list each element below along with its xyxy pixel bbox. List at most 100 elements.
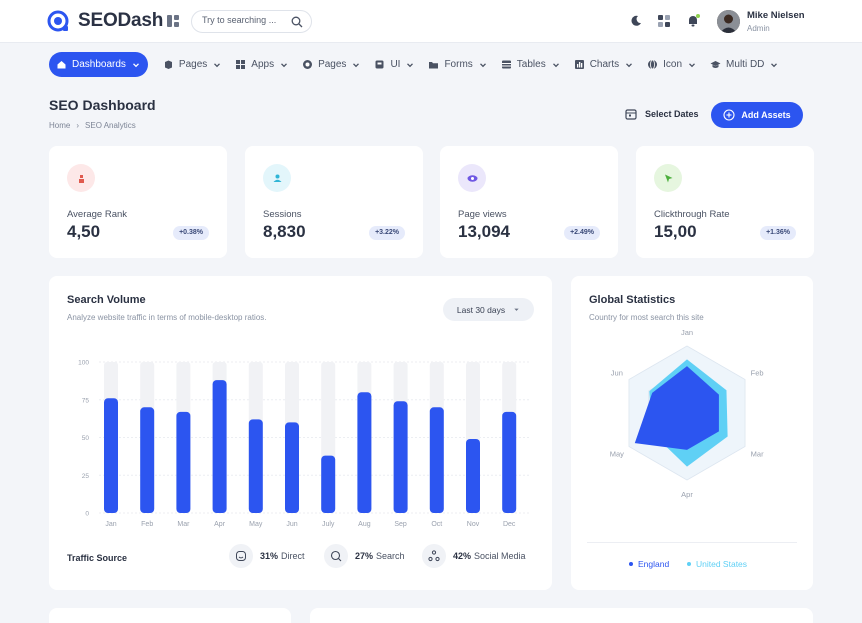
- y-tick-label: 25: [82, 473, 90, 480]
- nav-item-label: Charts: [589, 59, 620, 70]
- bottom-card-left: [49, 608, 291, 623]
- bar-jun[interactable]: [285, 422, 299, 513]
- stat-card-clickthrough-rate: Clickthrough Rate 15,00 +1.36%: [636, 146, 814, 258]
- divider: [587, 542, 797, 543]
- x-tick-label: Aug: [358, 521, 371, 528]
- chevron-down-icon: [281, 62, 288, 67]
- globe-icon: [648, 59, 658, 70]
- nav-item-dashboards[interactable]: Dashboards: [49, 52, 148, 77]
- legend-dot-england: [629, 562, 633, 566]
- nav-item-label: Dashboards: [72, 59, 126, 70]
- breadcrumb-home[interactable]: Home: [49, 121, 70, 130]
- bar-july[interactable]: [321, 455, 336, 513]
- stat-change-badge: +3.22%: [369, 226, 405, 240]
- avatar[interactable]: [717, 10, 740, 33]
- x-tick-label: Feb: [141, 521, 153, 528]
- bar-sep[interactable]: [393, 401, 408, 513]
- chevron-down-icon: [689, 62, 696, 67]
- plus-circle-icon: [723, 109, 735, 121]
- x-tick-label: Apr: [214, 521, 226, 528]
- traffic-source-social: 42% Social Media: [422, 544, 526, 568]
- bar-jan[interactable]: [104, 398, 118, 513]
- nav-item-label: Apps: [251, 59, 275, 70]
- apps-grid-icon[interactable]: [657, 14, 671, 28]
- bar-feb[interactable]: [140, 407, 155, 513]
- add-assets-button[interactable]: Add Assets: [711, 102, 803, 128]
- bar-aug[interactable]: [357, 392, 372, 513]
- search-input[interactable]: [202, 15, 288, 25]
- direct-label: Direct: [281, 551, 305, 561]
- legend-label-england: England: [638, 559, 670, 569]
- bar-apr[interactable]: [212, 380, 227, 513]
- nav-item-pages[interactable]: Pages: [163, 52, 221, 77]
- nav-item-pages[interactable]: Pages: [302, 52, 360, 77]
- radar-axis-label: Jun: [611, 369, 623, 378]
- nav-item-multi-dd[interactable]: Multi DD: [710, 52, 778, 77]
- x-tick-label: July: [322, 521, 335, 528]
- bar-dec[interactable]: [502, 411, 517, 513]
- stat-card-sessions: Sessions 8,830 +3.22%: [245, 146, 423, 258]
- cap-icon: [710, 61, 721, 68]
- traffic-source-search: 27% Search: [324, 544, 405, 568]
- dark-mode-icon[interactable]: [629, 14, 643, 28]
- y-tick-label: 50: [82, 435, 90, 442]
- calendar-icon: [625, 109, 637, 120]
- eye-icon: [458, 164, 486, 192]
- chevron-down-icon: [771, 62, 778, 67]
- select-dates-button[interactable]: Select Dates: [625, 108, 699, 120]
- breadcrumb-current: SEO Analytics: [85, 121, 136, 130]
- bar-mar[interactable]: [176, 411, 191, 513]
- nav-item-apps[interactable]: Apps: [235, 52, 288, 77]
- user-role: Admin: [747, 24, 770, 33]
- breadcrumb: Home › SEO Analytics: [49, 121, 136, 130]
- search-volume-subtitle: Analyze website traffic in terms of mobi…: [67, 313, 267, 322]
- user-name[interactable]: Mike Nielsen: [747, 10, 805, 21]
- bar-oct[interactable]: [429, 407, 444, 513]
- notification-bell-icon[interactable]: [686, 14, 700, 28]
- logo[interactable]: SEODash: [46, 9, 163, 33]
- users-icon: [263, 164, 291, 192]
- search-icon[interactable]: [291, 16, 303, 28]
- nav-item-tables[interactable]: Tables: [501, 52, 560, 77]
- global-statistics-title: Global Statistics: [589, 294, 676, 306]
- stat-label: Average Rank: [67, 209, 128, 220]
- search-percent: 27%: [355, 551, 374, 561]
- chevron-down-icon: [353, 62, 360, 67]
- chevron-down-icon: [132, 62, 139, 67]
- nav-item-charts[interactable]: Charts: [574, 52, 633, 77]
- breadcrumb-separator-icon: ›: [76, 121, 80, 130]
- stat-value: 13,094: [458, 222, 510, 241]
- search-volume-card: 0 25 50 75 100 Jan Feb Mar Apr May Jun July Aug Sep Oc…: [49, 276, 552, 590]
- layout-toggle-icon[interactable]: [166, 14, 180, 28]
- share-icon: [422, 544, 446, 568]
- social-percent: 42%: [453, 551, 472, 561]
- bar-may[interactable]: [248, 419, 263, 513]
- legend-dot-united-states: [687, 562, 691, 566]
- nav-item-forms[interactable]: Forms: [428, 52, 486, 77]
- app-name: SEODash: [78, 10, 164, 31]
- nav-item-label: Forms: [444, 59, 473, 70]
- stat-label: Sessions: [263, 209, 302, 220]
- x-tick-label: Sep: [394, 521, 407, 528]
- stat-card-average-rank: Average Rank 4,50 +0.38%: [49, 146, 227, 258]
- stat-change-badge: +0.38%: [173, 226, 209, 240]
- bar-nov[interactable]: [466, 439, 480, 513]
- search-box[interactable]: [191, 10, 312, 33]
- chart-icon: [574, 60, 584, 69]
- date-range-dropdown[interactable]: Last 30 days: [443, 298, 534, 321]
- global-statistics-subtitle: Country for most search this site: [589, 313, 704, 322]
- legend-item-england[interactable]: England: [629, 559, 669, 569]
- rank-icon: [67, 164, 95, 192]
- search-volume-title: Search Volume: [67, 294, 146, 306]
- traffic-source-direct: 31% Direct: [229, 544, 305, 568]
- nav-item-label: Icon: [663, 59, 683, 70]
- nav-item-icon[interactable]: Icon: [647, 52, 696, 77]
- home-icon: [57, 61, 66, 69]
- chevron-down-icon: [552, 62, 559, 67]
- add-assets-label: Add Assets: [741, 110, 791, 120]
- nav-item-label: UI: [390, 59, 401, 70]
- logo-icon: [47, 10, 69, 32]
- select-dates-label: Select Dates: [645, 109, 699, 119]
- legend-item-united-states[interactable]: United States: [687, 559, 747, 569]
- nav-item-ui[interactable]: UI: [374, 52, 414, 77]
